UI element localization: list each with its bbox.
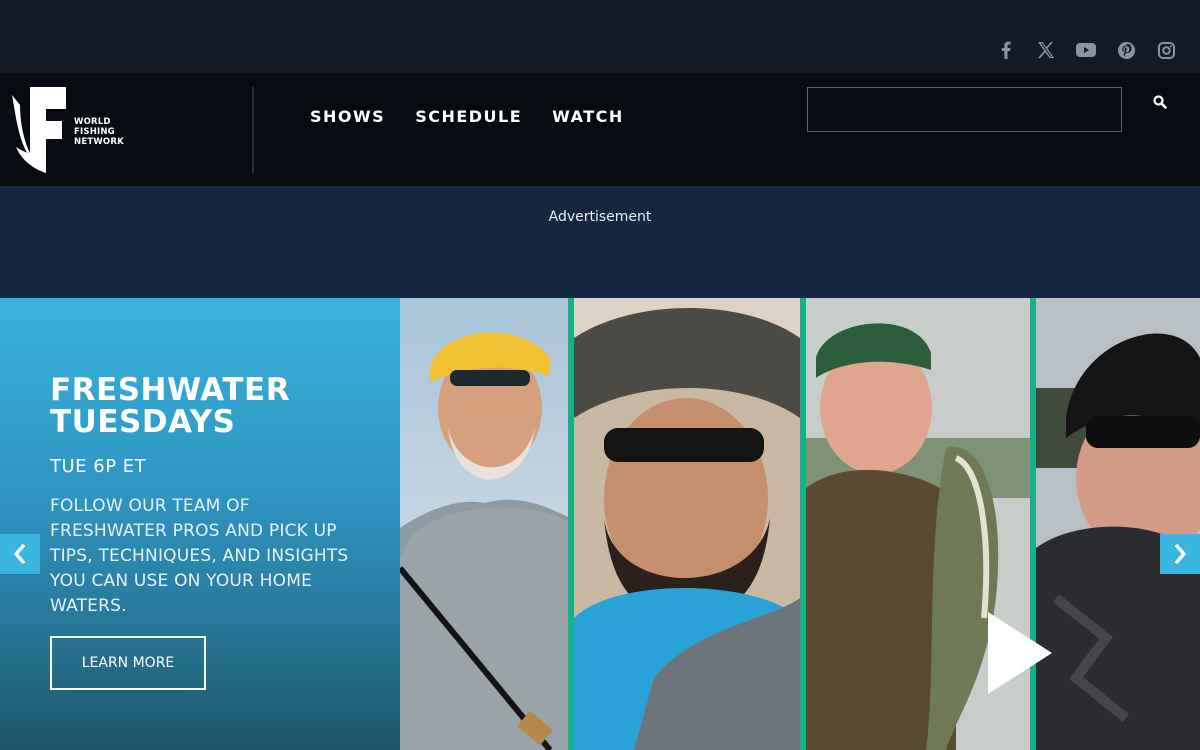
pinterest-icon[interactable] (1106, 38, 1146, 62)
search-input[interactable] (807, 87, 1122, 132)
hero-info-panel: FRESHWATER TUESDAYS TUE 6P ET FOLLOW OUR… (0, 298, 400, 750)
advertisement-label: Advertisement (548, 209, 652, 225)
host-photo-4 (1036, 298, 1200, 750)
carousel-next-button[interactable] (1160, 534, 1200, 574)
chevron-left-icon (13, 543, 26, 565)
instagram-icon[interactable] (1146, 38, 1186, 62)
nav-watch[interactable]: WATCH (552, 107, 624, 126)
show-description: FOLLOW OUR TEAM OF FRESHWATER PROS AND P… (50, 496, 349, 616)
carousel-prev-button[interactable] (0, 534, 40, 574)
header-divider (252, 87, 254, 173)
logo-f-mark (12, 87, 66, 173)
hosts-photo-strip[interactable] (400, 298, 1200, 750)
main-header: WORLD FISHING NETWORK SHOWS SCHEDULE WAT… (0, 73, 1200, 186)
nav-shows[interactable]: SHOWS (310, 107, 385, 126)
advertisement-banner: Advertisement (0, 186, 1200, 298)
hero-carousel: FRESHWATER TUESDAYS TUE 6P ET FOLLOW OUR… (0, 298, 1200, 750)
world-fishing-network-logo[interactable]: WORLD FISHING NETWORK (12, 87, 124, 173)
host-photo-2 (574, 298, 800, 750)
host-photo-1 (400, 298, 570, 750)
nav-schedule[interactable]: SCHEDULE (415, 107, 522, 126)
show-title: FRESHWATER TUESDAYS (50, 372, 291, 440)
learn-more-button[interactable]: LEARN MORE (50, 636, 206, 690)
social-links (986, 38, 1186, 62)
top-bar (0, 0, 1200, 73)
x-twitter-icon[interactable] (1026, 38, 1066, 62)
youtube-icon[interactable] (1066, 38, 1106, 62)
logo-wordmark: WORLD FISHING NETWORK (74, 117, 124, 147)
show-airtime: TUE 6P ET (50, 456, 147, 477)
search-button[interactable] (1146, 91, 1174, 113)
search-icon (1153, 95, 1167, 109)
facebook-icon[interactable] (986, 38, 1026, 62)
main-nav: SHOWS SCHEDULE WATCH (310, 107, 624, 126)
play-icon[interactable] (986, 608, 1056, 698)
chevron-right-icon (1174, 543, 1187, 565)
